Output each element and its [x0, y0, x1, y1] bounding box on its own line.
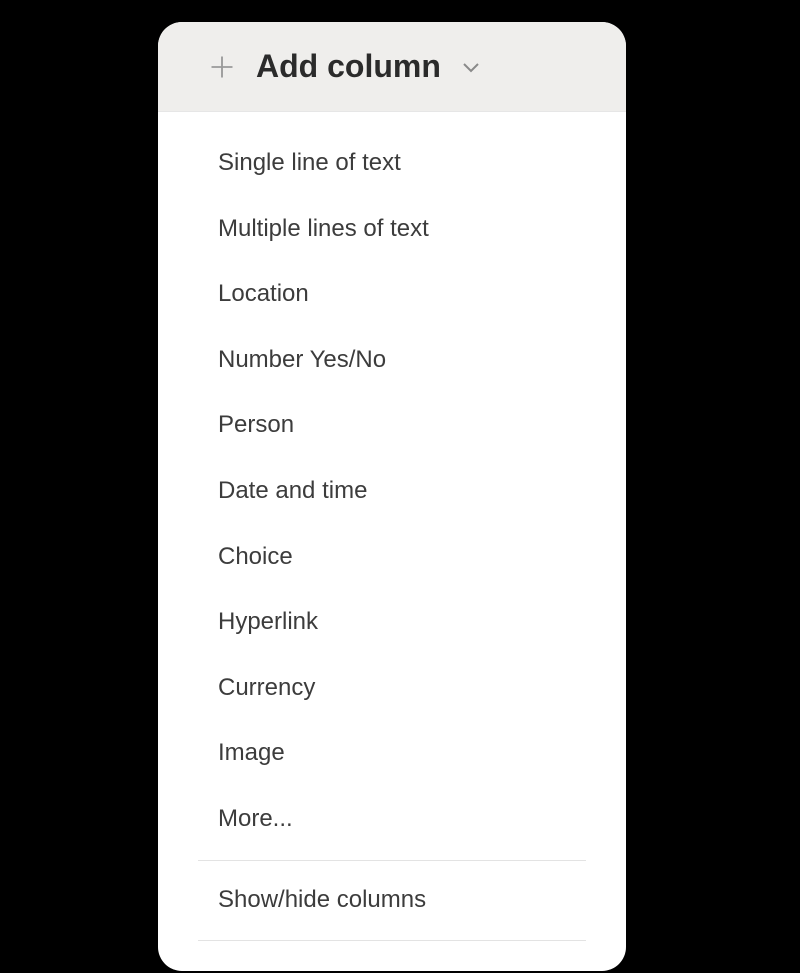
menu-item-single-line[interactable]: Single line of text: [158, 130, 626, 196]
menu-item-currency[interactable]: Currency: [158, 655, 626, 721]
menu-divider: [198, 940, 586, 941]
menu-item-number-yes-no[interactable]: Number Yes/No: [158, 327, 626, 393]
menu-item-more[interactable]: More...: [158, 786, 626, 852]
menu-item-label: Number Yes/No: [218, 346, 386, 373]
menu-item-hyperlink[interactable]: Hyperlink: [158, 589, 626, 655]
menu-item-label: Currency: [218, 674, 315, 701]
plus-icon: [208, 53, 236, 81]
menu-item-person[interactable]: Person: [158, 392, 626, 458]
menu-item-location[interactable]: Location: [158, 261, 626, 327]
menu-item-label: Image: [218, 739, 285, 766]
add-column-header[interactable]: Add column: [158, 22, 626, 112]
menu-item-label: Location: [218, 280, 309, 307]
menu-item-image[interactable]: Image: [158, 720, 626, 786]
menu-item-label: More...: [218, 805, 293, 832]
column-type-menu: Single line of text Multiple lines of te…: [158, 112, 626, 971]
menu-item-label: Hyperlink: [218, 608, 318, 635]
menu-item-label: Multiple lines of text: [218, 215, 429, 242]
menu-divider: [198, 860, 586, 861]
menu-item-label: Single line of text: [218, 149, 401, 176]
menu-item-show-hide-columns[interactable]: Show/hide columns: [158, 867, 626, 933]
menu-item-date-time[interactable]: Date and time: [158, 458, 626, 524]
chevron-down-icon: [459, 55, 483, 79]
menu-item-multiple-lines[interactable]: Multiple lines of text: [158, 196, 626, 262]
add-column-title: Add column: [256, 48, 441, 85]
menu-item-label: Choice: [218, 543, 293, 570]
menu-item-label: Person: [218, 411, 294, 438]
menu-item-choice[interactable]: Choice: [158, 524, 626, 590]
menu-item-label: Date and time: [218, 477, 367, 504]
menu-item-label: Show/hide columns: [218, 886, 426, 913]
add-column-panel: Add column Single line of text Multiple …: [158, 22, 626, 971]
